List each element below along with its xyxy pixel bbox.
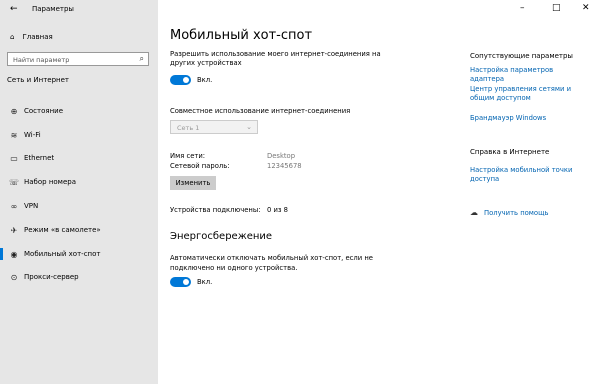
share-from-select[interactable]: Сеть 1 ⌄: [170, 120, 258, 134]
network-name-label: Имя сети:: [170, 152, 206, 160]
sidebar-item-proxy[interactable]: ⊙ Прокси-сервер: [0, 266, 158, 288]
window-title: Параметры: [32, 5, 74, 13]
devices-value: 0 из 8: [267, 206, 289, 214]
power-section-title: Энергосбережение: [170, 231, 273, 242]
sidebar-item-vpn[interactable]: ∞ VPN: [0, 195, 158, 217]
sidebar-item-label: Режим «в самолете»: [24, 226, 101, 234]
maximize-button[interactable]: □: [552, 3, 561, 13]
share-description-line2: других устройствах: [170, 59, 242, 67]
sidebar-item-label: VPN: [24, 202, 39, 210]
search-icon: ⌕: [139, 54, 144, 63]
hotspot-icon: ◉: [10, 249, 18, 259]
network-center-link[interactable]: Центр управления сетями и общим доступом: [470, 85, 580, 103]
edit-button[interactable]: Изменить: [170, 176, 216, 190]
hotspot-help-link[interactable]: Настройка мобильной точки доступа: [470, 166, 580, 184]
phone-icon: ☏: [9, 177, 20, 187]
sidebar-item-label: Состояние: [24, 107, 64, 115]
sidebar-item-label: Мобильный хот-спот: [24, 250, 101, 258]
online-help-title: Справка в Интернете: [470, 148, 550, 156]
power-description-line2: подключено ни одного устройства.: [170, 264, 298, 272]
section-title: Сеть и Интернет: [7, 76, 69, 84]
title-bar: ← Параметры – □ ✕: [0, 0, 600, 20]
power-description-line1: Автоматически отключать мобильный хот-сп…: [170, 254, 373, 262]
adapter-settings-link[interactable]: Настройка параметров адаптера: [470, 66, 580, 84]
share-description-line1: Разрешить использование моего интернет-с…: [170, 50, 381, 58]
password-value: 12345678: [267, 162, 302, 170]
page-title: Мобильный хот-спот: [170, 28, 313, 43]
sidebar-item-ethernet[interactable]: ▭ Ethernet: [0, 147, 158, 169]
power-toggle-label: Вкл.: [197, 278, 213, 286]
devices-label: Устройства подключены:: [170, 206, 261, 214]
search-input[interactable]: Найти параметр ⌕: [7, 52, 149, 66]
share-toggle-label: Вкл.: [197, 76, 213, 84]
globe-icon: ⊕: [10, 106, 18, 116]
share-from-label: Совместное использование интернет-соедин…: [170, 107, 351, 115]
sidebar-item-label: Прокси-сервер: [24, 273, 79, 281]
wifi-icon: ≋: [10, 130, 18, 140]
sidebar-item-label: Wi-Fi: [24, 131, 41, 139]
minimize-button[interactable]: –: [520, 3, 525, 13]
close-button[interactable]: ✕: [582, 3, 590, 13]
home-nav-item[interactable]: ⌂ Главная: [10, 33, 53, 41]
chevron-down-icon: ⌄: [246, 123, 252, 131]
home-label: Главная: [22, 33, 53, 41]
home-icon: ⌂: [10, 33, 15, 41]
sidebar-item-label: Набор номера: [24, 178, 77, 186]
ethernet-icon: ▭: [10, 153, 18, 163]
sidebar-item-label: Ethernet: [24, 154, 55, 162]
get-help-link[interactable]: ☁ Получить помощь: [470, 208, 549, 217]
airplane-icon: ✈: [10, 225, 18, 235]
sidebar-item-dialup[interactable]: ☏ Набор номера: [0, 171, 158, 193]
sidebar-item-hotspot[interactable]: ◉ Мобильный хот-спот: [0, 243, 158, 265]
sidebar-item-wifi[interactable]: ≋ Wi-Fi: [0, 124, 158, 146]
share-from-value: Сеть 1: [177, 124, 200, 132]
vpn-icon: ∞: [10, 201, 18, 211]
get-help-label: Получить помощь: [484, 208, 549, 217]
power-toggle[interactable]: [170, 277, 191, 287]
sidebar-item-status[interactable]: ⊕ Состояние: [0, 100, 158, 122]
chat-help-icon: ☁: [470, 208, 478, 217]
arrow-left-icon[interactable]: ←: [10, 4, 18, 14]
proxy-icon: ⊙: [10, 272, 18, 282]
sidebar-item-airplane[interactable]: ✈ Режим «в самолете»: [0, 219, 158, 241]
network-name-value: Desktop: [267, 152, 296, 160]
share-toggle[interactable]: [170, 75, 191, 85]
related-settings-title: Сопутствующие параметры: [470, 52, 573, 60]
firewall-link[interactable]: Брандмауэр Windows: [470, 114, 580, 123]
password-label: Сетевой пароль:: [170, 162, 230, 170]
search-placeholder: Найти параметр: [13, 56, 70, 64]
